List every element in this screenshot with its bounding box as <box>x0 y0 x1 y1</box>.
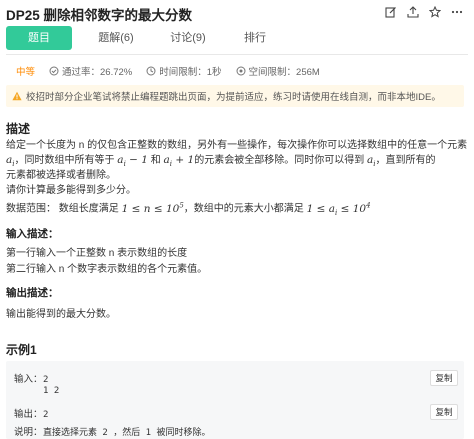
header-actions <box>384 5 464 19</box>
example-input-label: 输入： <box>14 374 43 385</box>
copy-output-button[interactable]: 复制 <box>430 404 458 420</box>
difficulty-badge: 中等 <box>16 67 36 78</box>
memory-icon <box>236 66 246 76</box>
output-desc-title: 输出描述： <box>6 287 59 299</box>
example-input: 输入：2 <box>14 371 48 385</box>
desc-line-2: ai，同时数组中所有等于 ai − 1 和 ai + 1的元素会被全部移除。同时… <box>6 154 436 169</box>
desc-line-3: 元素都被选择或者删除。 <box>6 170 116 181</box>
problem-tabs: 题目 题解(6) 讨论(9) 排行 <box>6 26 468 52</box>
tab-discussion[interactable]: 讨论(9) <box>158 26 218 50</box>
pass-rate-text: 通过率：26.72% <box>62 67 133 78</box>
desc-line-4: 请你计算最多能得到多少分。 <box>6 185 136 196</box>
problem-meta: 中等 通过率：26.72% 时间限制：1秒 空间限制：256M <box>10 64 334 78</box>
clock-icon <box>146 66 156 76</box>
space-limit-text: 空间限制：256M <box>248 67 320 78</box>
example-output: 输出：2 <box>14 406 48 420</box>
tab-divider <box>6 54 468 55</box>
tab-problem[interactable]: 题目 <box>6 26 72 50</box>
example-input-row-2: 1 2 <box>43 385 59 396</box>
example-explain-text: 直接选择元素 2 ，然后 1 被同时移除。 <box>43 428 211 438</box>
problem-title: DP25 删除相邻数字的最大分数 <box>6 8 193 23</box>
example-explain-label: 说明： <box>14 427 43 438</box>
output-desc-line-1: 输出能得到的最大分数。 <box>6 309 116 320</box>
example-output-value[interactable]: 2 <box>43 410 48 420</box>
description-title: 描述 <box>6 122 31 136</box>
warning-icon <box>12 91 22 101</box>
pass-rate: 通过率：26.72% <box>49 64 132 78</box>
space-limit: 空间限制：256M <box>236 64 320 78</box>
desc-line-5: 数据范围： 数组长度满足 1 ≤ n ≤ 105，数组中的元素大小都满足 1 ≤… <box>6 201 371 217</box>
tab-solutions[interactable]: 题解(6) <box>86 26 146 50</box>
notice-text: 校招时部分企业笔试将禁止编程题跳出页面，为提前适应，练习时请使用在线自测，而非本… <box>26 92 441 103</box>
example-output-label: 输出： <box>14 409 43 420</box>
problem-header: DP25 删除相邻数字的最大分数 <box>6 4 470 23</box>
star-icon[interactable] <box>428 5 442 19</box>
share-icon[interactable] <box>406 5 420 19</box>
input-desc-line-1: 第一行输入一个正整数 n 表示数组的长度 <box>6 248 188 259</box>
description-body: 给定一个长度为 n 的仅包含正整数的数组，另外有一些操作，每次操作你可以选择数组… <box>6 138 468 217</box>
example-box: 输入：2 1 2 复制 输出：2 复制 说明：直接选择元素 2 ，然后 1 被同… <box>6 361 464 439</box>
edit-icon[interactable] <box>384 5 398 19</box>
check-circle-icon <box>49 66 59 76</box>
tab-ranking[interactable]: 排行 <box>230 26 280 50</box>
time-limit-text: 时间限制：1秒 <box>159 67 222 78</box>
time-limit: 时间限制：1秒 <box>146 64 222 78</box>
copy-input-button[interactable]: 复制 <box>430 370 458 386</box>
exam-notice: 校招时部分企业笔试将禁止编程题跳出页面，为提前适应，练习时请使用在线自测，而非本… <box>6 85 464 107</box>
input-desc-title: 输入描述： <box>6 228 59 240</box>
example-input-line-2[interactable]: 1 2 <box>43 386 59 396</box>
more-icon[interactable] <box>450 5 464 19</box>
desc-line-1: 给定一个长度为 n 的仅包含正整数的数组，另外有一些操作，每次操作你可以选择数组… <box>6 140 468 151</box>
input-desc-line-2: 第二行输入 n 个数字表示数组的各个元素值。 <box>6 264 208 275</box>
example-input-line-1[interactable]: 2 <box>43 375 48 385</box>
example-explanation: 说明：直接选择元素 2 ，然后 1 被同时移除。 <box>14 424 211 438</box>
example-title: 示例1 <box>6 343 37 357</box>
